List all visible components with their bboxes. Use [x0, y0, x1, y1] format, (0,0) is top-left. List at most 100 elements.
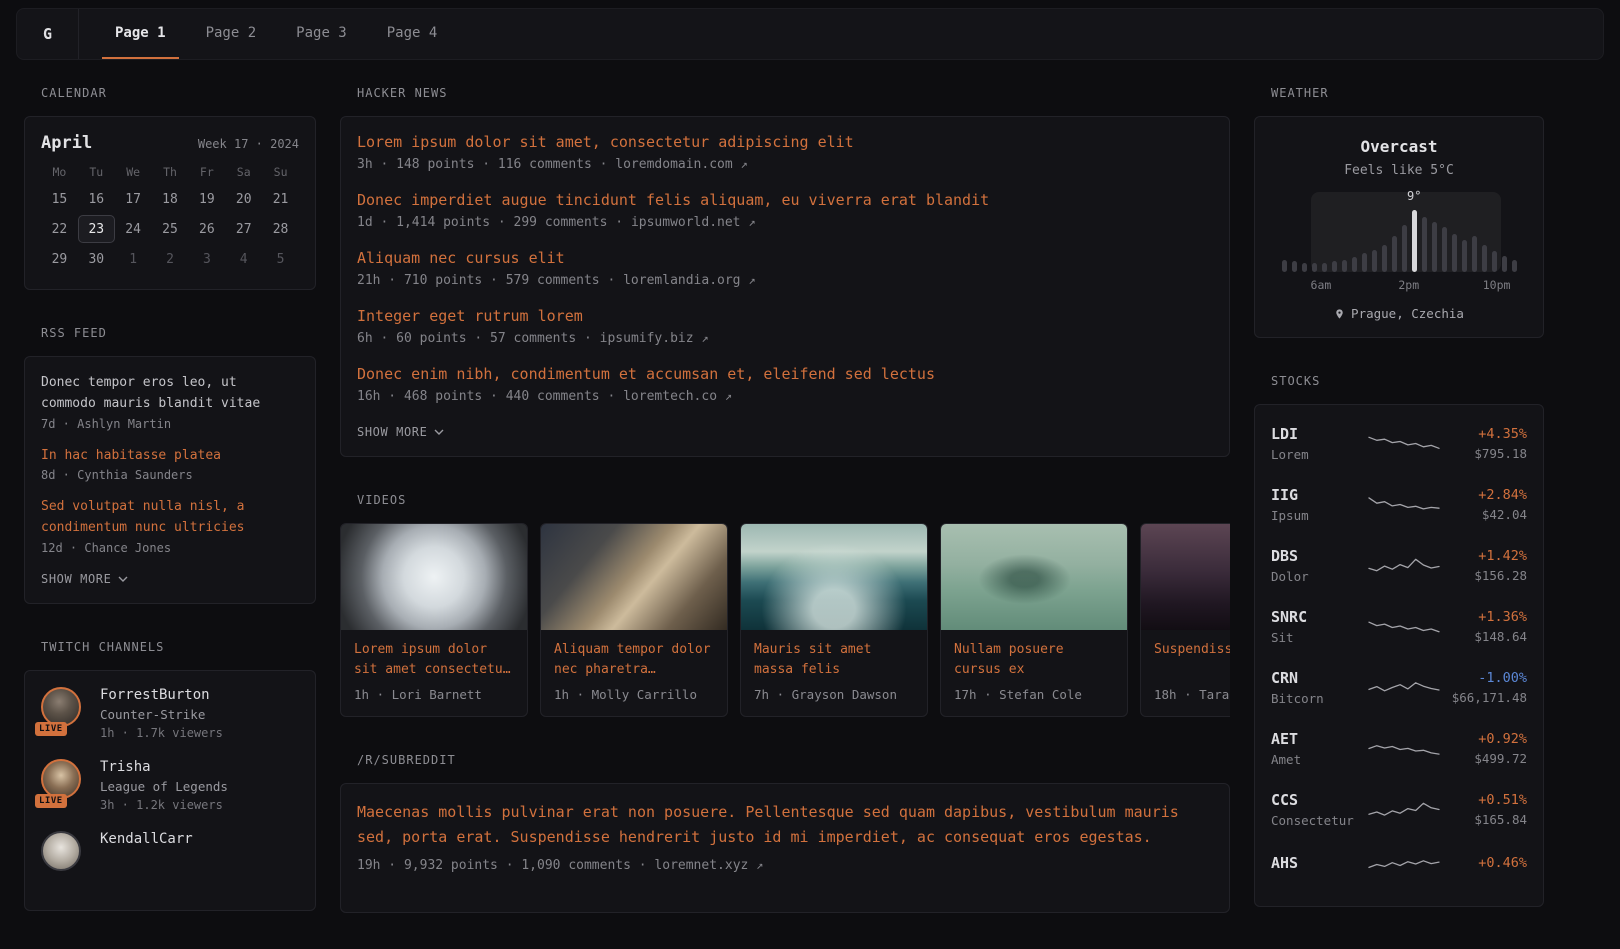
hn-domain-link[interactable]: ipsumworld.net ↗	[631, 215, 756, 230]
stock-row[interactable]: AET Amet +0.92% $499.72	[1271, 718, 1527, 779]
hn-item: Lorem ipsum dolor sit amet, consectetur …	[357, 133, 1213, 172]
subreddit-widget: Maecenas mollis pulvinar erat non posuer…	[340, 783, 1230, 913]
weather-hour-bar	[1372, 250, 1377, 272]
video-meta: 18h · Tara	[1154, 687, 1230, 702]
subreddit-post-link[interactable]: Maecenas mollis pulvinar erat non posuer…	[357, 800, 1213, 850]
stock-row[interactable]: AHS +0.46%	[1271, 840, 1527, 890]
location-pin-icon	[1334, 307, 1345, 321]
stock-row[interactable]: LDI Lorem +4.35% $795.18	[1271, 421, 1527, 474]
tab-page-4[interactable]: Page 4	[374, 9, 451, 59]
rss-section: RSS FEED Donec tempor eros leo, ut commo…	[24, 326, 316, 604]
weather-section-label: WEATHER	[1271, 86, 1544, 100]
hn-show-more-button[interactable]: SHOW MORE	[357, 425, 444, 439]
hn-domain-link[interactable]: loremdomain.com ↗	[615, 157, 747, 172]
hn-item-meta: 3h · 148 points · 116 comments · loremdo…	[357, 157, 1213, 172]
rss-item-link[interactable]: Sed volutpat nulla nisl, a condimentum n…	[41, 497, 299, 539]
calendar-day: 4	[225, 245, 262, 273]
external-link-icon: ↗	[748, 273, 755, 287]
subreddit-post-meta: 19h · 9,932 points · 1,090 comments · lo…	[357, 858, 1213, 873]
twitch-section: TWITCH CHANNELS LIVE ForrestBurton Count…	[24, 640, 316, 911]
stock-row[interactable]: DBS Dolor +1.42% $156.28	[1271, 535, 1527, 596]
video-meta: 17h · Stefan Cole	[954, 687, 1114, 702]
tab-page-2[interactable]: Page 2	[193, 9, 270, 59]
stock-symbol: LDI	[1271, 425, 1367, 443]
calendar-day: 25	[152, 215, 189, 243]
stock-symbol: CRN	[1271, 669, 1367, 687]
twitch-channel-row[interactable]: KendallCarr	[41, 831, 299, 875]
rss-item-link[interactable]: Donec tempor eros leo, ut commodo mauris…	[41, 373, 299, 415]
calendar-grid: 1516171819202122232425262728293012345	[41, 185, 299, 273]
stock-row[interactable]: CCS Consectetur +0.51% $165.84	[1271, 779, 1527, 840]
hn-domain-link[interactable]: ipsumify.biz ↗	[600, 331, 709, 346]
calendar-day: 5	[262, 245, 299, 273]
weather-hour-bar	[1302, 263, 1307, 272]
hn-item: Aliquam nec cursus elit 21h · 710 points…	[357, 249, 1213, 288]
rss-item-meta: 7d · Ashlyn Martin	[41, 417, 299, 431]
stock-row[interactable]: IIG Ipsum +2.84% $42.04	[1271, 474, 1527, 535]
rss-show-more-button[interactable]: SHOW MORE	[41, 572, 128, 586]
weather-hour-bar	[1492, 251, 1497, 272]
video-thumbnail[interactable]	[541, 524, 727, 630]
hn-title-link[interactable]: Integer eget rutrum lorem	[357, 307, 1213, 325]
app-logo[interactable]: G	[17, 9, 79, 59]
weather-hour-bar	[1342, 260, 1347, 272]
channel-name[interactable]: KendallCarr	[100, 831, 193, 847]
stock-symbol: DBS	[1271, 547, 1367, 565]
calendar-section: CALENDAR April Week 17 · 2024 Mo Tu We T…	[24, 86, 316, 290]
page-tabs: Page 1 Page 2 Page 3 Page 4	[95, 9, 457, 59]
external-link-icon: ↗	[701, 331, 708, 345]
twitch-channel-row[interactable]: LIVE Trisha League of Legends 3h · 1.2k …	[41, 759, 299, 812]
stock-row[interactable]: SNRC Sit +1.36% $148.64	[1271, 596, 1527, 657]
hn-title-link[interactable]: Donec imperdiet augue tincidunt felis al…	[357, 191, 1213, 209]
calendar-day: 29	[41, 245, 78, 273]
video-thumbnail[interactable]	[1141, 524, 1230, 630]
weather-hour-bar	[1422, 217, 1427, 272]
calendar-weekday-header: Mo Tu We Th Fr Sa Su	[41, 165, 299, 179]
weather-hour-bar	[1382, 245, 1387, 272]
stock-price: $156.28	[1474, 568, 1527, 583]
video-title-link[interactable]: Mauris sit amet massa felis	[754, 640, 914, 679]
tab-page-3[interactable]: Page 3	[283, 9, 360, 59]
weather-hour-bar	[1292, 261, 1297, 272]
calendar-day: 1	[115, 245, 152, 273]
video-thumbnail[interactable]	[341, 524, 527, 630]
video-thumbnail[interactable]	[741, 524, 927, 630]
hn-title-link[interactable]: Aliquam nec cursus elit	[357, 249, 1213, 267]
chevron-down-icon	[434, 429, 444, 435]
calendar-section-label: CALENDAR	[41, 86, 316, 100]
stock-name: Bitcorn	[1271, 691, 1367, 706]
hn-title-link[interactable]: Donec enim nibh, condimentum et accumsan…	[357, 365, 1213, 383]
external-link-icon: ↗	[741, 157, 748, 171]
time-tick: 2pm	[1398, 278, 1419, 292]
hn-item: Donec imperdiet augue tincidunt felis al…	[357, 191, 1213, 230]
channel-name[interactable]: Trisha	[100, 759, 228, 775]
weather-hour-bar	[1352, 257, 1357, 272]
rss-item-link[interactable]: In hac habitasse platea	[41, 446, 299, 467]
stock-sparkline	[1367, 553, 1441, 579]
video-meta: 1h · Molly Carrillo	[554, 687, 714, 702]
calendar-day: 20	[225, 185, 262, 213]
live-badge: LIVE	[35, 722, 67, 736]
subreddit-domain-link[interactable]: loremnet.xyz ↗	[654, 858, 763, 873]
stocks-section: STOCKS LDI Lorem +4.35% $795.18 IIG	[1254, 374, 1544, 907]
rss-item: Sed volutpat nulla nisl, a condimentum n…	[41, 497, 299, 555]
video-title-link[interactable]: Aliquam tempor dolor nec pharetra…	[554, 640, 714, 679]
hn-domain-link[interactable]: loremtech.co ↗	[623, 389, 732, 404]
video-title-link[interactable]: Nullam posuere cursus ex	[954, 640, 1114, 679]
calendar-day: 26	[188, 215, 225, 243]
hn-title-link[interactable]: Lorem ipsum dolor sit amet, consectetur …	[357, 133, 1213, 151]
twitch-channel-row[interactable]: LIVE ForrestBurton Counter-Strike 1h · 1…	[41, 687, 299, 740]
stock-change: +1.36%	[1474, 609, 1527, 625]
channel-name[interactable]: ForrestBurton	[100, 687, 223, 703]
video-title-link[interactable]: Suspendisse diam	[1154, 640, 1230, 679]
video-thumbnail[interactable]	[941, 524, 1127, 630]
channel-game: Counter-Strike	[100, 707, 223, 722]
tab-page-1[interactable]: Page 1	[102, 9, 179, 59]
weather-temp-label: 9°	[1407, 189, 1421, 203]
time-tick: 10pm	[1483, 278, 1511, 292]
hn-domain-link[interactable]: loremlandia.org ↗	[623, 273, 755, 288]
video-title-link[interactable]: Lorem ipsum dolor sit amet consectetu…	[354, 640, 514, 679]
channel-game: League of Legends	[100, 779, 228, 794]
stock-row[interactable]: CRN Bitcorn -1.00% $66,171.48	[1271, 657, 1527, 718]
time-tick: 6am	[1311, 278, 1332, 292]
